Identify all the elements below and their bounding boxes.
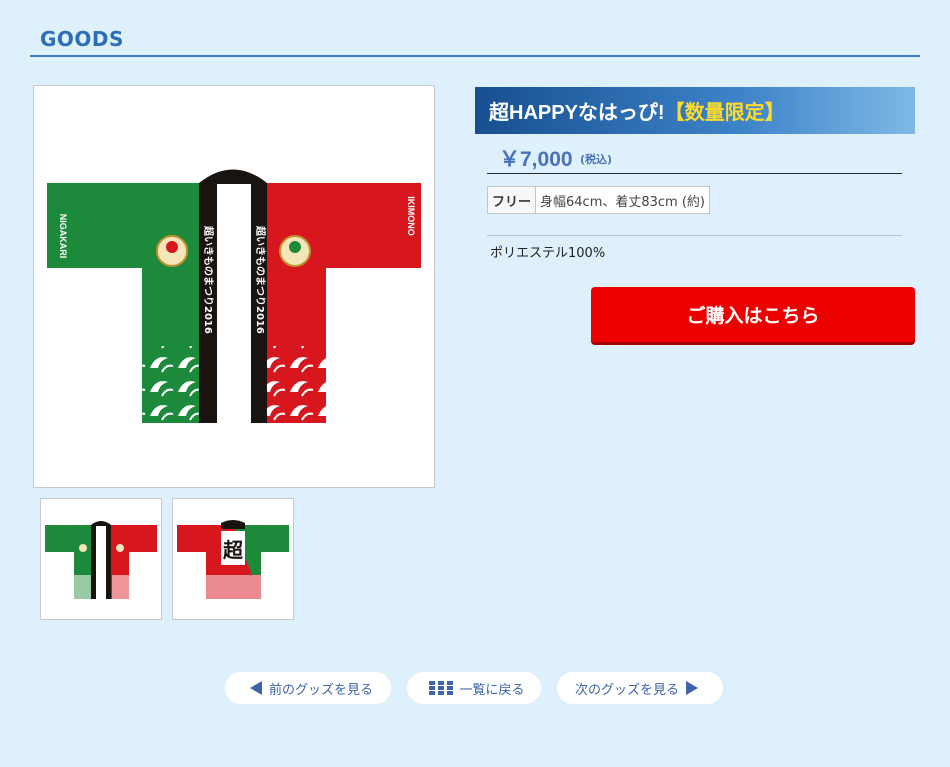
size-row: フリー 身幅64cm、着丈83cm (約)	[486, 186, 710, 214]
section-title-rule	[30, 55, 920, 57]
next-goods-label: 次のグッズを見る	[574, 682, 679, 698]
collar-text-left: 超いきものまつり2016	[202, 225, 215, 334]
buy-button[interactable]: ご購入はこちら	[591, 287, 915, 342]
thumbnail-front[interactable]	[40, 498, 162, 620]
happi-front-thumbnail	[45, 521, 157, 599]
size-table: フリー 身幅64cm、着丈83cm (約)	[486, 186, 710, 214]
prev-goods-label: 前のグッズを見る	[268, 682, 373, 698]
detail-divider	[487, 235, 902, 236]
collar-text-right: 超いきものまつり2016	[254, 225, 267, 334]
back-to-list-label: 一覧に戻る	[459, 682, 525, 698]
tax-note: (税込)	[580, 153, 613, 166]
happi-front-illustration: NIGAKARI IKIMONO 超いきものまつり2016 超いきものまつり20…	[47, 169, 421, 423]
product-price: ￥7,000	[499, 148, 573, 171]
limited-badge: 【数量限定】	[664, 102, 785, 124]
product-name: 超HAPPYなはっぴ!	[489, 102, 665, 124]
right-sleeve-text: IKIMONO	[406, 196, 416, 236]
main-product-image: NIGAKARI IKIMONO 超いきものまつり2016 超いきものまつり20…	[33, 85, 435, 488]
price-row: ￥7,000 (税込)	[487, 143, 902, 174]
grid-icon	[429, 681, 454, 695]
size-value: 身幅64cm、着丈83cm (約)	[535, 186, 710, 214]
section-title: GOODS	[40, 27, 124, 51]
material-text: ポリエステル100%	[490, 246, 606, 261]
triangle-left-icon	[249, 681, 263, 695]
thumbnail-back[interactable]: 超	[172, 498, 294, 620]
back-kanji: 超	[222, 538, 244, 562]
next-goods-button[interactable]: 次のグッズを見る	[557, 672, 723, 704]
size-label: フリー	[486, 186, 537, 214]
left-sleeve-text: NIGAKARI	[58, 214, 68, 259]
prev-goods-button[interactable]: 前のグッズを見る	[225, 672, 391, 704]
back-to-list-button[interactable]: 一覧に戻る	[407, 672, 541, 704]
product-title-bar: 超HAPPYなはっぴ! 【数量限定】	[475, 87, 915, 134]
happi-back-thumbnail: 超	[177, 520, 289, 599]
triangle-right-icon	[685, 681, 699, 695]
